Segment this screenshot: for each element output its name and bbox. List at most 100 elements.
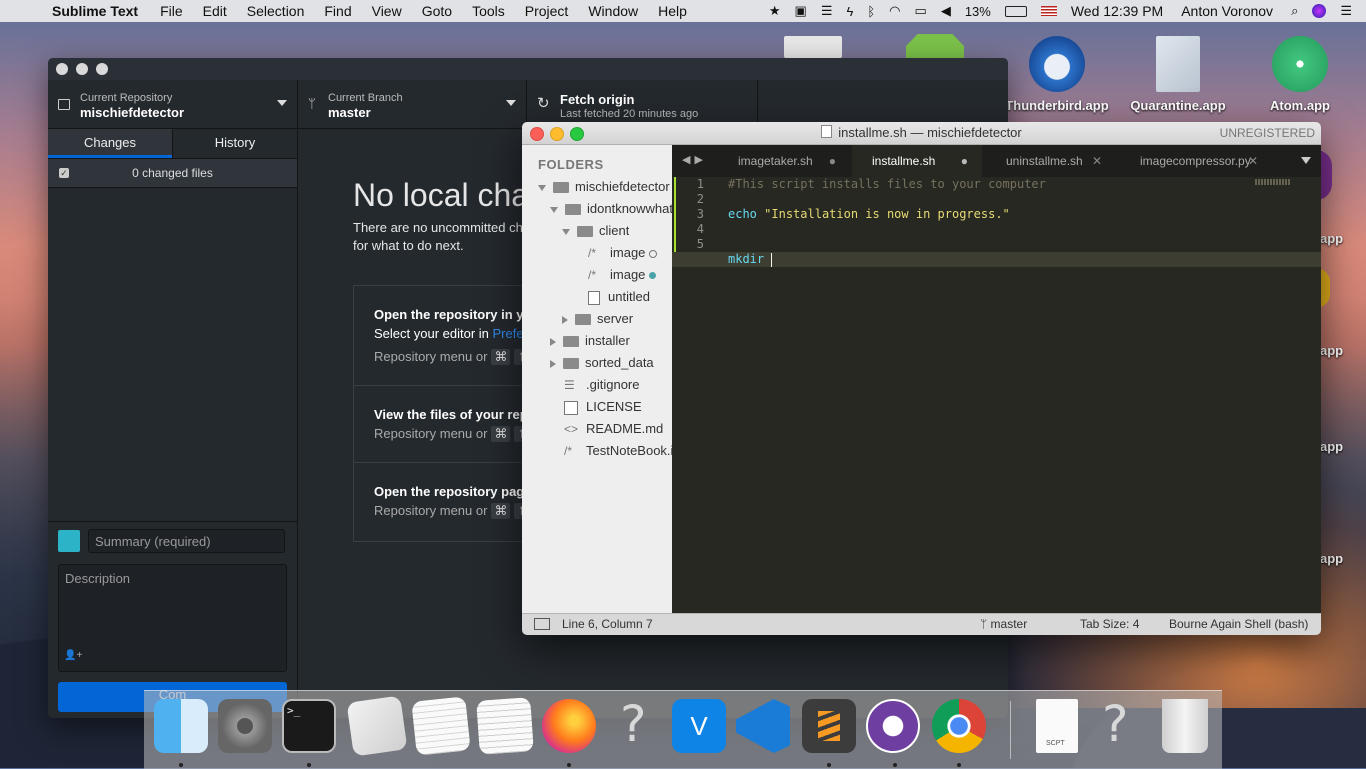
disclosure-down-icon [562,228,570,235]
notification-center-icon[interactable]: ☰ [1340,3,1352,19]
tree-folder-installer[interactable]: installer [550,330,630,352]
tree-file-readme[interactable]: <> README.md [564,418,663,440]
airplay-icon[interactable]: ▭ [915,3,927,19]
description-input[interactable]: Description [58,564,287,672]
menu-find[interactable]: Find [324,3,351,19]
menu-project[interactable]: Project [525,3,569,19]
terminal-icon[interactable]: >_ [282,699,336,753]
scpt-file-icon[interactable]: SCPT [1036,699,1078,753]
notes-icon[interactable] [476,697,534,755]
volume-icon[interactable]: ◀ [941,3,951,19]
code-line-6: mkdir [728,252,773,267]
tree-file-image-1[interactable]: /* image [588,242,672,264]
markup-file-icon: <> [564,422,579,436]
github-desktop-icon[interactable] [866,699,920,753]
tree-file-image-2[interactable]: /* image [588,264,672,286]
fetch-origin-subtitle: Last fetched 20 minutes ago [560,108,699,120]
sublime-icon[interactable] [802,699,856,753]
flux-icon[interactable]: ϟ [846,4,853,19]
unsaved-dot-icon[interactable]: ● [961,145,968,177]
script-editor-icon[interactable] [346,695,408,757]
box-icon[interactable]: ▣ [795,3,807,19]
code-string: "Installation is now in progress." [764,207,1010,221]
textedit-icon[interactable] [411,696,471,756]
sidebar-tabs: Changes History [48,129,297,159]
tree-folder-idontknowwhat[interactable]: idontknowwhat [550,198,672,220]
preferences-link[interactable]: Prefe [493,326,524,341]
bluetooth-icon[interactable]: ᛒ [867,4,875,19]
syntax-selector[interactable]: Bourne Again Shell (bash) [1169,617,1308,631]
text-caret [771,252,773,267]
tab-label: uninstallme.sh [1006,154,1083,168]
finder-icon[interactable] [154,699,208,753]
desktop-green-cube-icon[interactable] [906,34,964,58]
summary-input[interactable]: Summary (required) [88,529,285,553]
zoom-button[interactable] [96,63,108,75]
battery-icon[interactable] [1004,5,1027,17]
add-coauthor-icon[interactable]: 👤+ [64,650,82,661]
menu-app-name[interactable]: Sublime Text [52,3,138,19]
tab-nav-arrows-icon[interactable]: ◀▶ [682,153,707,166]
wifi-icon[interactable]: ◠ [889,3,900,19]
siri-icon[interactable] [1312,4,1327,18]
fetch-origin-button[interactable]: ↻ Fetch origin Last fetched 20 minutes a… [527,80,758,128]
cursor-position[interactable]: Line 6, Column 7 [562,617,653,631]
star-icon[interactable]: ★ [769,3,781,19]
menu-edit[interactable]: Edit [203,3,227,19]
trash-icon[interactable] [1162,699,1208,753]
desktop-icon-atom[interactable]: Atom.app [1245,36,1355,113]
battery-percent[interactable]: 13% [965,4,991,19]
current-repository-dropdown[interactable]: Current Repository mischiefdetector [48,80,298,128]
unknown-app-icon[interactable]: ? [620,695,647,753]
menu-selection[interactable]: Selection [247,3,305,19]
vscode-icon[interactable] [736,699,790,753]
menu-file[interactable]: File [160,3,183,19]
tab-uninstallme[interactable]: uninstallme.sh ✕ [986,145,1116,177]
menu-window[interactable]: Window [588,3,638,19]
menu-view[interactable]: View [372,3,402,19]
tree-file-testnotebook[interactable]: /* TestNoteBook.i [564,440,672,462]
panel-toggle-icon[interactable] [534,618,550,630]
user-name[interactable]: Anton Voronov [1181,3,1273,19]
tab-installme[interactable]: installme.sh ● [852,145,982,177]
tab-size[interactable]: Tab Size: 4 [1080,617,1139,631]
tree-file-untitled[interactable]: untitled [588,286,650,308]
system-preferences-icon[interactable] [218,699,272,753]
spotlight-icon[interactable]: ⌕ [1291,3,1298,19]
tab-changes[interactable]: Changes [48,129,172,158]
close-tab-icon[interactable]: ✕ [1092,145,1102,177]
menu-tools[interactable]: Tools [472,3,505,19]
minimap[interactable] [1255,179,1291,185]
tree-folder-mischiefdetector[interactable]: mischiefdetector [538,176,670,198]
minimize-button[interactable] [76,63,88,75]
close-button[interactable] [56,63,68,75]
tree-folder-client[interactable]: client [562,220,629,242]
code-editor[interactable]: #This script installs files to your comp… [672,177,1321,614]
unknown-file-icon[interactable]: ? [1102,695,1129,753]
tab-imagecompressor[interactable]: imagecompressor.py ✕ [1120,145,1270,177]
firefox-icon[interactable] [542,699,596,753]
shelf-icon[interactable]: ☰ [821,3,833,19]
vnc-icon[interactable]: V [672,699,726,753]
tree-folder-server[interactable]: server [562,308,633,330]
desktop-icon-label: Quarantine.app [1130,98,1226,113]
menu-help[interactable]: Help [658,3,687,19]
tree-file-license[interactable]: LICENSE [564,396,642,418]
tab-imagetaker[interactable]: imagetaker.sh ● [720,145,850,177]
desktop-icon-thunderbird[interactable]: Thunderbird.app [1002,36,1112,113]
tab-history[interactable]: History [172,129,297,158]
desktop-icon-quarantine[interactable]: Quarantine.app [1123,36,1233,113]
tree-file-gitignore[interactable]: ☰ .gitignore [564,374,639,396]
chrome-icon[interactable] [932,699,986,753]
tab-dropdown-icon[interactable] [1301,157,1311,164]
flag-icon[interactable] [1040,6,1057,16]
select-all-checkbox[interactable]: ✓ [59,168,69,178]
clock[interactable]: Wed 12:39 PM [1071,3,1163,19]
desktop-file-icon[interactable] [784,36,842,58]
current-branch-dropdown[interactable]: ᛘ Current Branch master [298,80,527,128]
close-tab-icon[interactable]: ✕ [1248,145,1258,177]
unsaved-dot-icon[interactable]: ● [829,145,836,177]
menu-goto[interactable]: Goto [422,3,452,19]
tree-folder-sorted-data[interactable]: sorted_data [550,352,654,374]
git-branch[interactable]: ᛘ master [980,617,1027,631]
